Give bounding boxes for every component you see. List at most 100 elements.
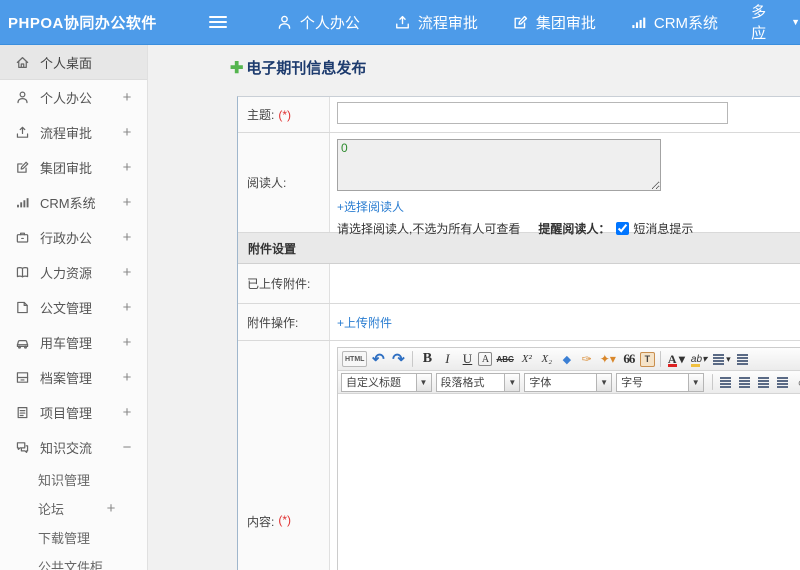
- align-right-button[interactable]: [756, 373, 773, 391]
- hamburger-menu-icon[interactable]: [205, 9, 231, 35]
- blockquote-button[interactable]: 66: [620, 350, 638, 368]
- readers-textarea[interactable]: 0: [337, 139, 661, 191]
- eraser-button[interactable]: ◆: [558, 350, 576, 368]
- sidebar-item-icon: [15, 405, 30, 420]
- expand-toggle-icon[interactable]: +: [121, 159, 133, 176]
- sidebar-item-personal-office[interactable]: 个人办公 +: [0, 80, 147, 115]
- expand-toggle-icon[interactable]: +: [121, 194, 133, 211]
- unordered-list-button[interactable]: [735, 350, 752, 368]
- sidebar-item-label: 个人办公: [40, 91, 93, 106]
- sidebar-item-project-mgmt[interactable]: 项目管理 +: [0, 395, 147, 430]
- sms-label: 短消息提示: [633, 222, 694, 236]
- nav-item-group-approval[interactable]: 集团审批: [512, 12, 596, 33]
- expand-toggle-icon[interactable]: +: [121, 334, 133, 351]
- sidebar-subitem-label: 公共文件柜: [38, 560, 104, 570]
- chevron-down-icon: ▼: [791, 16, 800, 27]
- link-button[interactable]: ∞: [794, 373, 800, 391]
- top-nav: 个人办公 流程审批 集团审批 CRM系统: [259, 12, 735, 33]
- sidebar-item-crm-system[interactable]: CRM系统 +: [0, 185, 147, 220]
- expand-toggle-icon[interactable]: +: [121, 264, 133, 281]
- nav-item-crm-system[interactable]: CRM系统: [630, 12, 718, 33]
- paste-plain-button[interactable]: T: [639, 351, 655, 367]
- content-row: 内容: (*) HTML ↶ ↷ B I U A ABC X² X₂ ◆ ✑ ✦▾ 66 T A ▾ ab▾ ▾ …: [238, 341, 800, 570]
- sidebar-item-icon: [15, 195, 30, 210]
- content-label: 内容: (*): [238, 341, 330, 570]
- expand-toggle-icon[interactable]: +: [121, 369, 133, 386]
- nav-item-label: 个人办公: [299, 14, 360, 32]
- font-box-button[interactable]: A: [478, 352, 493, 366]
- expand-toggle-icon[interactable]: +: [121, 124, 133, 141]
- undo-button[interactable]: ↶: [369, 350, 387, 368]
- subject-label: 主题: (*): [238, 97, 330, 132]
- font-color-button[interactable]: A ▾: [666, 350, 687, 368]
- nav-item-label: CRM系统: [653, 14, 719, 32]
- editor-content-area[interactable]: [338, 394, 800, 570]
- highlight-color-button[interactable]: ab▾: [689, 350, 709, 368]
- select-caret-icon[interactable]: ▼: [415, 373, 431, 391]
- format-brush-button[interactable]: ✑: [578, 350, 596, 368]
- select-caret-icon[interactable]: ▼: [687, 373, 703, 391]
- sidebar-item-vehicle-mgmt[interactable]: 用车管理 +: [0, 325, 147, 360]
- sidebar-item-group-approval[interactable]: 集团审批 +: [0, 150, 147, 185]
- uploaded-attachments-value: [330, 264, 800, 303]
- select-caret-icon[interactable]: ▼: [504, 373, 520, 391]
- sidebar-item-label: 行政办公: [40, 231, 93, 246]
- sidebar-subitem-label: 知识管理: [38, 473, 91, 488]
- underline-button[interactable]: U: [458, 350, 476, 368]
- select-readers-link[interactable]: +选择阅读人: [337, 198, 404, 215]
- sidebar-subitem-knowledge-mgmt[interactable]: 知识管理: [0, 465, 147, 494]
- subject-input[interactable]: [337, 102, 728, 124]
- italic-button[interactable]: I: [438, 350, 456, 368]
- align-justify-button[interactable]: [775, 373, 792, 391]
- sidebar-item-personal-desktop[interactable]: 个人桌面: [0, 45, 147, 80]
- sidebar-item-document-mgmt[interactable]: 公文管理 +: [0, 290, 147, 325]
- sidebar-item-knowledge-exchange[interactable]: 知识交流 −: [0, 430, 147, 465]
- sidebar-item-label: 档案管理: [40, 371, 93, 386]
- sidebar-item-icon: [15, 125, 30, 140]
- sidebar-item-human-resources[interactable]: 人力资源 +: [0, 255, 147, 290]
- align-left-button[interactable]: [718, 373, 735, 391]
- upload-attachment-link[interactable]: +上传附件: [337, 314, 392, 331]
- subscript-button[interactable]: X₂: [538, 350, 556, 368]
- superscript-button[interactable]: X²: [518, 350, 536, 368]
- select-caret-icon[interactable]: ▼: [596, 373, 612, 391]
- sidebar-item-admin-office[interactable]: 行政办公 +: [0, 220, 147, 255]
- uploaded-attachments-label: 已上传附件:: [238, 264, 330, 303]
- font-size-select[interactable]: 字号 ▼: [616, 372, 704, 392]
- expand-toggle-icon[interactable]: +: [121, 89, 133, 106]
- expand-toggle-icon[interactable]: +: [121, 404, 133, 421]
- nav-item-label: 流程审批: [417, 14, 478, 32]
- separator: [711, 374, 713, 390]
- expand-toggle-icon[interactable]: +: [105, 500, 117, 517]
- sidebar-subitem-download-mgmt[interactable]: 下载管理: [0, 523, 147, 552]
- expand-toggle-icon[interactable]: +: [121, 299, 133, 316]
- sidebar-item-label: 知识交流: [40, 441, 93, 456]
- expand-toggle-icon[interactable]: +: [121, 229, 133, 246]
- nav-item-workflow-approval[interactable]: 流程审批: [394, 12, 478, 33]
- html-source-button[interactable]: HTML: [342, 351, 368, 367]
- readers-hint: 请选择阅读人,不选为所有人可查看: [337, 222, 521, 236]
- nav-item-personal-office[interactable]: 个人办公: [276, 12, 360, 33]
- paragraph-format-select[interactable]: 段落格式 ▼: [435, 372, 521, 392]
- custom-heading-select[interactable]: 自定义标题 ▼: [341, 372, 432, 392]
- sidebar-item-label: 集团审批: [40, 161, 93, 176]
- sms-checkbox[interactable]: [616, 222, 630, 235]
- bold-button[interactable]: B: [418, 350, 436, 368]
- sidebar-item-label: 个人桌面: [40, 55, 93, 71]
- expand-toggle-icon[interactable]: −: [121, 439, 133, 456]
- align-center-button[interactable]: [737, 373, 754, 391]
- redo-button[interactable]: ↷: [389, 350, 407, 368]
- sidebar-subitem-public-cabinet[interactable]: 公共文件柜: [0, 552, 147, 570]
- sidebar-item-archive-mgmt[interactable]: 档案管理 +: [0, 360, 147, 395]
- sidebar-subitem-label: 下载管理: [38, 531, 91, 546]
- sidebar-item-workflow-approval[interactable]: 流程审批 +: [0, 115, 147, 150]
- sidebar-subitem-forum[interactable]: 论坛 +: [0, 494, 147, 523]
- font-family-select[interactable]: 字体 ▼: [524, 372, 613, 392]
- app-window: PHPOA协同办公软件 个人办公 流程审批 集团审批 CRM系统 更多应用 ▼: [0, 0, 800, 570]
- ordered-list-button[interactable]: ▾: [711, 350, 733, 368]
- magic-format-button[interactable]: ✦▾: [598, 350, 618, 368]
- nav-item-icon: [394, 14, 411, 31]
- strikethrough-button[interactable]: ABC: [494, 350, 515, 368]
- sidebar-item-label: 流程审批: [40, 126, 93, 141]
- main-content: ✚ 电子期刊信息发布 主题: (*) 阅读人: 0 +选择阅读人 请选择阅读人,…: [148, 45, 800, 570]
